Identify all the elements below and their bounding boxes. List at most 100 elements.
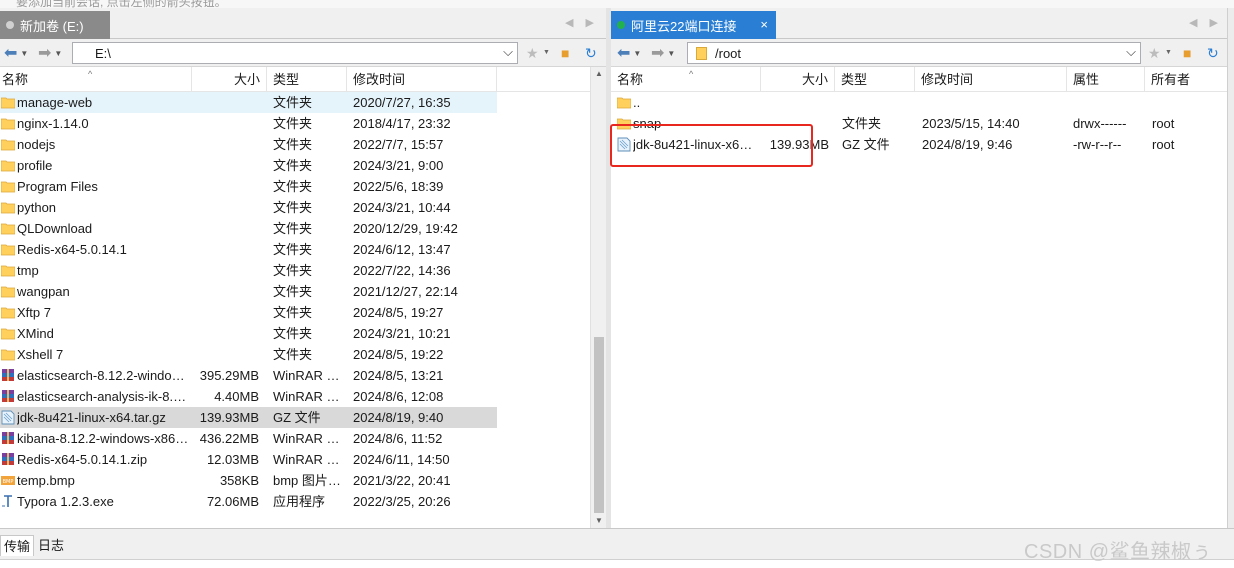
- tab-scroll-left-icon[interactable]: ◀: [565, 16, 573, 29]
- local-file-row[interactable]: tmp 文件夹 2022/7/22, 14:36: [0, 260, 497, 281]
- forward-button[interactable]: ➡ ▼: [651, 44, 675, 62]
- folder-icon: [0, 221, 16, 236]
- file-type: 文件夹: [273, 347, 313, 362]
- refresh-icon[interactable]: ↻: [1207, 45, 1219, 62]
- favorite-dropdown-icon[interactable]: ▼: [1165, 49, 1172, 56]
- column-owner[interactable]: 所有者: [1145, 67, 1227, 92]
- local-file-row[interactable]: python 文件夹 2024/3/21, 10:44: [0, 197, 497, 218]
- folder-icon: [0, 137, 16, 152]
- local-file-row[interactable]: wangpan 文件夹 2021/12/27, 22:14: [0, 281, 497, 302]
- tab-scroll-right-icon[interactable]: ▶: [585, 16, 593, 29]
- local-file-row[interactable]: Xshell 7 文件夹 2024/8/5, 19:22: [0, 344, 497, 365]
- back-button[interactable]: ⬅ ▼: [4, 44, 28, 62]
- forward-arrow-icon: ➡: [38, 45, 52, 62]
- local-path-input[interactable]: E:\ ⌵: [72, 42, 518, 64]
- file-size: [192, 302, 259, 323]
- file-type: 文件夹: [273, 242, 313, 257]
- file-modified: 2024/8/6, 11:52: [353, 431, 443, 446]
- file-size: [192, 218, 259, 239]
- path-dropdown-icon[interactable]: ⌵: [503, 44, 513, 60]
- local-file-row[interactable]: nginx-1.14.0 文件夹 2018/4/17, 23:32: [0, 113, 497, 134]
- column-name[interactable]: 名称 ^: [0, 67, 192, 92]
- local-scrollbar[interactable]: ▲ ▼: [590, 67, 606, 528]
- remote-path-text: /root: [715, 45, 742, 61]
- refresh-icon[interactable]: ↻: [585, 45, 597, 62]
- tab-transfers[interactable]: 传输: [0, 535, 35, 556]
- forward-button[interactable]: ➡ ▼: [38, 44, 62, 62]
- back-dropdown-icon: ▼: [20, 48, 29, 58]
- remote-file-row[interactable]: jdk-8u421-linux-x64.tar.gz 139.93MB GZ 文件 2…: [611, 134, 1227, 155]
- tab-scroll-left-icon[interactable]: ◀: [1189, 16, 1197, 29]
- favorite-star-icon[interactable]: ★: [1148, 45, 1161, 62]
- column-size-label: 大小: [233, 72, 260, 87]
- close-icon[interactable]: ×: [760, 17, 768, 32]
- local-file-row[interactable]: XMind 文件夹 2024/3/21, 10:21: [0, 323, 497, 344]
- file-attributes: [1073, 92, 1143, 113]
- local-file-row[interactable]: Redis-x64-5.0.14.1 文件夹 2024/6/12, 13:47: [0, 239, 497, 260]
- file-modified: 2024/3/21, 10:44: [353, 200, 451, 215]
- back-button[interactable]: ⬅ ▼: [617, 44, 641, 62]
- local-file-row[interactable]: elasticsearch-8.12.2-windows-x86_64.zip 3…: [0, 365, 497, 386]
- file-type: 文件夹: [273, 158, 313, 173]
- file-owner: [1152, 92, 1224, 113]
- remote-file-row[interactable]: ..: [611, 92, 1227, 113]
- typora-icon: [1, 494, 15, 509]
- remote-path-input[interactable]: /root ⌵: [687, 42, 1141, 64]
- folder-icon: [0, 284, 16, 299]
- local-file-row[interactable]: profile 文件夹 2024/3/21, 9:00: [0, 155, 497, 176]
- tab-local-drive[interactable]: 新加卷 (E:): [0, 11, 110, 39]
- local-file-row[interactable]: Redis-x64-5.0.14.1.zip 12.03MB WinRAR ZIP …: [0, 449, 497, 470]
- local-file-row[interactable]: elasticsearch-analysis-ik-8.12.2.zip 4.40…: [0, 386, 497, 407]
- dot-gray-icon: [6, 21, 14, 29]
- file-size: [761, 113, 829, 134]
- path-dropdown-icon[interactable]: ⌵: [1126, 44, 1136, 60]
- column-attributes[interactable]: 属性: [1067, 67, 1145, 92]
- sort-ascending-icon: ^: [689, 69, 694, 79]
- remote-file-row[interactable]: snap 文件夹 2023/5/15, 14:40 drwx------ root: [611, 113, 1227, 134]
- local-file-row[interactable]: Xftp 7 文件夹 2024/8/5, 19:27: [0, 302, 497, 323]
- scroll-down-icon[interactable]: ▼: [591, 514, 607, 528]
- winrar-icon: [1, 431, 15, 446]
- local-file-row[interactable]: jdk-8u421-linux-x64.tar.gz 139.93MB GZ 文件 2…: [0, 407, 497, 428]
- local-file-row[interactable]: nodejs 文件夹 2022/7/7, 15:57: [0, 134, 497, 155]
- column-size[interactable]: 大小: [192, 67, 267, 92]
- column-size[interactable]: 大小: [761, 67, 835, 92]
- home-folder-icon[interactable]: ■: [561, 45, 569, 61]
- column-type[interactable]: 类型: [267, 67, 347, 92]
- file-type: 文件夹: [273, 284, 313, 299]
- column-type[interactable]: 类型: [835, 67, 915, 92]
- local-file-row[interactable]: BMPtemp.bmp 358KB bmp 图片文件 2021/3/22, 20:41: [0, 470, 497, 491]
- scrollbar-thumb[interactable]: [594, 337, 604, 513]
- background-hint-text: 要添加当前会话, 点击左侧的箭头按钮。: [16, 0, 227, 8]
- column-modified[interactable]: 修改时间: [915, 67, 1067, 92]
- file-size: [192, 155, 259, 176]
- column-type-label: 类型: [273, 72, 300, 87]
- favorite-star-icon[interactable]: ★: [526, 45, 539, 62]
- tab-remote-connection[interactable]: 阿里云22端口连接 ×: [611, 11, 776, 39]
- tab-log[interactable]: 日志: [35, 535, 67, 556]
- local-file-row[interactable]: Program Files 文件夹 2022/5/6, 18:39: [0, 176, 497, 197]
- local-file-row[interactable]: Typora 1.2.3.exe 72.06MB 应用程序 2022/3/25, 20…: [0, 491, 497, 512]
- column-name-label: 名称: [617, 72, 644, 87]
- file-size: [192, 197, 259, 218]
- file-modified: 2024/8/5, 19:27: [353, 305, 444, 320]
- tab-scroll-right-icon[interactable]: ▶: [1209, 16, 1217, 29]
- file-size: [192, 344, 259, 365]
- file-name: QLDownload: [17, 221, 93, 236]
- file-size: [192, 281, 259, 302]
- local-file-row[interactable]: QLDownload 文件夹 2020/12/29, 19:42: [0, 218, 497, 239]
- file-type: GZ 文件: [842, 137, 890, 152]
- file-type: 文件夹: [273, 95, 313, 110]
- local-file-row[interactable]: kibana-8.12.2-windows-x86_64.zip 436.22MB…: [0, 428, 497, 449]
- file-modified: 2021/3/22, 20:41: [353, 473, 451, 488]
- home-folder-icon[interactable]: ■: [1183, 45, 1191, 61]
- column-name[interactable]: 名称 ^: [611, 67, 761, 92]
- local-column-header: 名称 ^ 大小 类型 修改时间: [0, 67, 590, 92]
- column-modified[interactable]: 修改时间: [347, 67, 497, 92]
- favorite-dropdown-icon[interactable]: ▼: [543, 49, 550, 56]
- file-name: Typora 1.2.3.exe: [17, 494, 114, 509]
- file-name: elasticsearch-analysis-ik-8.12.2.zip: [17, 389, 189, 404]
- local-file-row[interactable]: manage-web 文件夹 2020/7/27, 16:35: [0, 92, 497, 113]
- sort-ascending-icon: ^: [88, 69, 93, 79]
- scroll-up-icon[interactable]: ▲: [591, 67, 607, 81]
